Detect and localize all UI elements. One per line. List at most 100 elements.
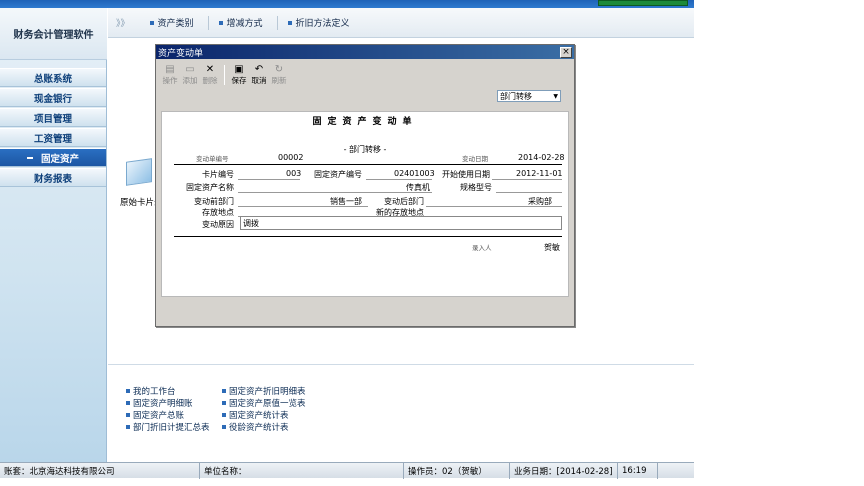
status-business-date: 业务日期：[2014-02-28]	[510, 463, 618, 479]
doc-no-value: 00002	[278, 153, 304, 162]
link-label: 固定资产原值一览表	[229, 399, 306, 409]
delete-x-icon: ✕	[205, 63, 215, 75]
button-label: 操作	[162, 76, 178, 85]
bullet-icon	[126, 401, 130, 405]
chevron-right-icon[interactable]: 》》	[116, 16, 130, 29]
link-label: 固定资产明细账	[133, 399, 193, 409]
cancel-button[interactable]: ↶ 取消	[249, 64, 269, 86]
sidebar-item-label: 固定资产	[40, 153, 79, 165]
field-underline	[366, 179, 432, 180]
change-type-select[interactable]: 部门转移 ▼	[497, 90, 561, 102]
link-service-age-statistics[interactable]: 役龄资产统计表	[222, 421, 289, 433]
close-icon[interactable]: ×	[560, 46, 572, 58]
sidebar-item-reports[interactable]: 财务报表	[0, 168, 106, 187]
link-depreciation-detail[interactable]: 固定资产折旧明细表	[222, 385, 306, 397]
window-control-button[interactable]	[598, 0, 688, 6]
button-label: 刷新	[271, 76, 287, 85]
link-asset-general-ledger[interactable]: 固定资产总账	[126, 409, 184, 421]
button-label: 保存	[231, 76, 247, 85]
bullet-icon	[222, 401, 226, 405]
dialog-title-bar[interactable]: 资产变动单 ×	[156, 45, 574, 59]
operator-value: 贺敏	[544, 243, 560, 252]
app-logo-text: 财务会计管理软件	[13, 30, 94, 41]
sidebar-item-projects[interactable]: 项目管理	[0, 108, 106, 127]
app-logo: 财务会计管理软件	[0, 8, 107, 60]
tab-asset-category[interactable]: 资产类别	[149, 16, 194, 29]
module-toolbar: 》》 资产类别 增减方式 折旧方法定义	[108, 8, 694, 38]
sidebar-item-label: 项目管理	[33, 113, 72, 125]
sidebar-item-label: 工资管理	[33, 133, 72, 145]
field-underline	[492, 179, 562, 180]
link-label: 我的工作台	[133, 387, 176, 397]
location-label: 存放地点	[202, 208, 234, 217]
print-button[interactable]: ▤ 操作	[160, 64, 180, 86]
delete-button[interactable]: ✕ 删除	[200, 64, 220, 86]
status-unit: 单位名称：	[200, 463, 404, 479]
tab-change-method[interactable]: 增减方式	[218, 16, 263, 29]
start-date-value[interactable]: 2012-11-01	[516, 169, 563, 178]
reason-input[interactable]: 调拨	[240, 216, 562, 230]
status-bar: 账套：北京海达科技有限公司 单位名称： 操作员：02（贺敏） 业务日期：[201…	[0, 462, 694, 479]
tab-depreciation-method[interactable]: 折旧方法定义	[287, 16, 350, 29]
dialog-title: 资产变动单	[158, 48, 204, 59]
doc-date-label: 变动日期	[462, 155, 488, 163]
link-asset-statistics[interactable]: 固定资产统计表	[222, 409, 289, 421]
bullet-icon	[149, 20, 154, 25]
button-label: 添加	[182, 76, 198, 85]
tab-label: 折旧方法定义	[295, 19, 350, 29]
link-label: 固定资产统计表	[229, 411, 289, 421]
reason-label: 变动原因	[202, 220, 234, 229]
link-dept-depreciation-summary[interactable]: 部门折旧计提汇总表	[126, 421, 210, 433]
field-underline	[426, 206, 562, 207]
status-operator-text: 操作员：02（贺敏）	[408, 467, 487, 477]
link-original-value-list[interactable]: 固定资产原值一览表	[222, 397, 306, 409]
link-asset-detail-ledger[interactable]: 固定资产明细账	[126, 397, 193, 409]
add-button[interactable]: ▭ 添加	[180, 64, 200, 86]
doc-no-label: 变动单编号	[196, 155, 229, 163]
dialog-toolbar: ▤ 操作 ▭ 添加 ✕ 删除 ▣ 保存 ↶ 取消 ↻ 刷新	[160, 64, 289, 86]
sidebar-item-fixed-assets[interactable]: 固定资产	[0, 148, 106, 167]
title-bar	[0, 0, 694, 8]
asset-no-value[interactable]: 02401003	[394, 169, 435, 178]
card-no-value[interactable]: 003	[286, 169, 301, 178]
field-underline	[238, 206, 368, 207]
bullet-icon	[222, 413, 226, 417]
bullet-icon	[126, 425, 130, 429]
sidebar: 财务会计管理软件 总账系统 现金银行 项目管理 工资管理 固定资产 财务报表	[0, 8, 107, 462]
bullet-icon	[287, 20, 292, 25]
doc-date-value: 2014-02-28	[518, 153, 565, 162]
document-title: 固定资产变动单	[312, 117, 418, 127]
refresh-button[interactable]: ↻ 刷新	[269, 64, 289, 86]
status-date-text: 业务日期：[2014-02-28]	[514, 467, 613, 477]
asset-no-label: 固定资产编号	[314, 170, 362, 179]
sidebar-item-ledger[interactable]: 总账系统	[0, 68, 106, 87]
sidebar-item-cash-bank[interactable]: 现金银行	[0, 88, 106, 107]
sidebar-item-label: 现金银行	[33, 93, 72, 105]
sidebar-item-payroll[interactable]: 工资管理	[0, 128, 106, 147]
operator-label: 录入人	[472, 244, 492, 252]
printer-icon: ▤	[165, 63, 175, 75]
bullet-icon	[222, 425, 226, 429]
button-label: 取消	[251, 76, 267, 85]
bullet-icon	[218, 20, 223, 25]
bullet-icon	[222, 389, 226, 393]
toolbar-divider	[224, 65, 225, 85]
status-account-text: 账套：北京海达科技有限公司	[4, 467, 115, 477]
save-disk-icon: ▣	[234, 63, 244, 75]
original-card-icon[interactable]	[120, 158, 158, 192]
divider	[174, 164, 562, 165]
asset-change-dialog: 资产变动单 × ▤ 操作 ▭ 添加 ✕ 删除 ▣ 保存 ↶ 取消 ↻ 刷新 部门转移 ▼ 固…	[155, 44, 575, 327]
save-button[interactable]: ▣ 保存	[229, 64, 249, 86]
tab-label: 资产类别	[157, 19, 194, 29]
dept-after-label: 变动后部门	[384, 197, 424, 206]
dropdown-arrow-icon[interactable]: ▼	[553, 93, 558, 100]
start-date-label: 开始使用日期	[442, 170, 490, 179]
divider	[276, 15, 278, 30]
mouse-cursor-icon	[243, 131, 253, 141]
app-window: 财务会计管理软件 总账系统 现金银行 项目管理 工资管理 固定资产 财务报表 》…	[0, 0, 864, 486]
link-workbench[interactable]: 我的工作台	[126, 385, 176, 397]
field-underline	[496, 192, 562, 193]
select-value: 部门转移	[500, 91, 532, 101]
bullet-icon	[126, 413, 130, 417]
sidebar-nav: 总账系统 现金银行 项目管理 工资管理 固定资产 财务报表	[0, 68, 106, 188]
